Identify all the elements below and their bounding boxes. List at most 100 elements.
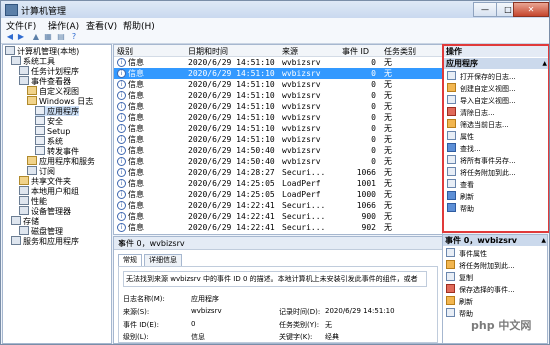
cell-datetime: 2020/6/29 14:22:41 [188,212,275,221]
performance-icon [19,196,29,205]
table-row[interactable]: i信息 2020/6/29 14:22:40 Securi... 1066 无 [114,233,442,234]
table-row[interactable]: i 信息 2020/6/29 14:51:10 wvbizsrv 0 无 [114,112,442,123]
cell-datetime: 2020/6/29 14:22:41 [188,223,275,232]
action-item[interactable]: 筛选当前日志... [447,119,547,130]
action-item[interactable]: 将任务附加到此... [446,260,546,271]
tree-item-performance[interactable]: 性能 [19,196,47,206]
table-row[interactable]: i 信息 2020/6/29 14:51:10 wvbizsrv 0 无 [114,68,442,79]
close-button[interactable]: ✕ [513,2,549,17]
tree-item-system[interactable]: 系统 [35,136,63,146]
tree-item-subscriptions[interactable]: 订阅 [27,166,55,176]
column-task[interactable]: 任务类别 [384,46,416,57]
action-item[interactable]: 保存选择的事件... [446,284,546,295]
info-icon: i [117,179,126,188]
action-item[interactable]: 刷新 [447,191,547,202]
table-row[interactable]: i 信息 2020/6/29 14:50:40 wvbizsrv 0 无 [114,145,442,156]
table-row[interactable]: i 信息 2020/6/29 14:51:10 wvbizsrv 0 无 [114,134,442,145]
event-message: 无法找到来源 wvbizsrv 中的事件 ID 0 的描述。本地计算机上未安装引… [123,271,427,287]
action-item[interactable]: 复制 [446,272,546,283]
cell-datetime: 2020/6/29 14:51:10 [188,69,275,78]
action-item[interactable]: 创建自定义视图... [447,83,547,94]
action-item[interactable]: 将任务附加到此... [447,167,547,178]
action-item[interactable]: 清除日志... [447,107,547,118]
table-row[interactable]: i 信息 2020/6/29 14:25:05 LoadPerf 1000 无 [114,189,442,200]
tree-item-custom-views[interactable]: 自定义视图 [27,86,79,96]
action-item[interactable]: 事件属性 [446,248,546,259]
column-source[interactable]: 来源 [282,46,298,57]
action-item[interactable]: 导入自定义视图... [447,95,547,106]
action-item[interactable]: 帮助 [447,203,547,214]
table-row[interactable]: i 信息 2020/6/29 14:51:10 wvbizsrv 0 无 [114,123,442,134]
action-label: 导入自定义视图... [460,97,516,105]
actions-section-application[interactable]: 应用程序 ▲ [444,58,548,69]
cell-event-id: 0 [371,58,376,67]
action-item[interactable]: 查看 [447,179,547,190]
table-row[interactable]: i 信息 2020/6/29 14:51:10 wvbizsrv 0 无 [114,79,442,90]
action-item[interactable]: 查找... [447,143,547,154]
tree-item-app-services-logs[interactable]: 应用程序和服务 [27,156,95,166]
tab-general[interactable]: 常规 [118,254,142,266]
column-datetime[interactable]: 日期和时间 [188,46,228,57]
cell-source: wvbizsrv [282,102,321,111]
column-event-id[interactable]: 事件 ID [342,46,369,57]
action-label: 刷新 [459,298,473,306]
tree-item-local-users[interactable]: 本地用户和组 [19,186,79,196]
table-row[interactable]: i 信息 2020/6/29 14:22:41 Securi... 1066 无 [114,200,442,211]
tree-item-application[interactable]: 应用程序 [35,106,79,116]
help-icon [446,308,455,317]
tree-item-disk-management[interactable]: 磁盘管理 [19,226,63,236]
table-row[interactable]: i 信息 2020/6/29 14:51:10 wvbizsrv 0 无 [114,90,442,101]
tools-icon [11,56,21,65]
collapse-icon[interactable]: ▲ [541,235,546,246]
table-row[interactable]: i 信息 2020/6/29 14:22:41 Securi... 900 无 [114,211,442,222]
table-row[interactable]: i 信息 2020/6/29 14:22:41 Securi... 902 无 [114,222,442,233]
table-row[interactable]: i 信息 2020/6/29 14:28:27 Securi... 1066 无 [114,167,442,178]
computer-icon [5,46,15,55]
tree-item-system-tools[interactable]: 系统工具 [11,56,55,66]
storage-icon [11,216,21,225]
help-icon[interactable]: ? [69,32,79,41]
tree-item-services-apps[interactable]: 服务和应用程序 [11,236,79,246]
forward-icon[interactable]: ▶ [16,32,26,41]
table-row[interactable]: i 信息 2020/6/29 14:25:05 LoadPerf 1001 无 [114,178,442,189]
computer-management-icon [5,4,18,16]
tree-item-security[interactable]: 安全 [35,116,63,126]
properties-icon[interactable]: ▤ [56,32,66,41]
action-item[interactable]: 将所有事件另存... [447,155,547,166]
table-row[interactable]: i 信息 2020/6/29 14:51:10 wvbizsrv 0 无 [114,101,442,112]
refresh-icon [447,191,456,200]
show-tree-icon[interactable]: ▦ [43,32,53,41]
action-item[interactable]: 打开保存的日志... [447,71,547,82]
cell-level: 信息 [128,190,144,199]
tree-item-forwarded-events[interactable]: 转发事件 [35,146,79,156]
tree-item-event-viewer[interactable]: 事件查看器 [19,76,71,86]
tree-item-setup[interactable]: Setup [35,126,70,136]
collapse-icon[interactable]: ▲ [542,58,547,69]
up-icon[interactable]: ▲ [31,32,41,41]
tab-details[interactable]: 详细信息 [144,254,182,266]
log-name-value: 应用程序 [191,295,219,303]
detail-close-icon[interactable]: × [118,238,438,247]
minimize-button[interactable]: — [473,2,497,17]
actions-section-event[interactable]: 事件 0，wvbizsrv ▲ [443,235,547,246]
tree-item-device-manager[interactable]: 设备管理器 [19,206,71,216]
action-item[interactable]: 属性 [447,131,547,142]
view-icon [447,179,456,188]
tree-item-task-scheduler[interactable]: 任务计划程序 [19,66,79,76]
tree-root[interactable]: 计算机管理(本地) [5,46,79,56]
cell-datetime: 2020/6/29 14:25:05 [188,179,275,188]
table-row[interactable]: i 信息 2020/6/29 14:50:40 wvbizsrv 0 无 [114,156,442,167]
tree-item-shared-folders[interactable]: 共享文件夹 [19,176,71,186]
column-level[interactable]: 级别 [117,46,133,57]
clock-icon [19,66,29,75]
action-item[interactable]: 刷新 [446,296,546,307]
event-viewer-icon [19,76,29,85]
back-icon[interactable]: ◀ [5,32,15,41]
keywords-value: 经典 [325,333,339,341]
tree-item-windows-logs[interactable]: Windows 日志 [27,96,93,106]
properties-icon [447,131,456,140]
tree-item-storage[interactable]: 存储 [11,216,39,226]
cell-source: wvbizsrv [282,80,321,89]
table-row[interactable]: i 信息 2020/6/29 14:51:10 wvbizsrv 0 无 [114,57,442,68]
cell-datetime: 2020/6/29 14:50:40 [188,146,275,155]
